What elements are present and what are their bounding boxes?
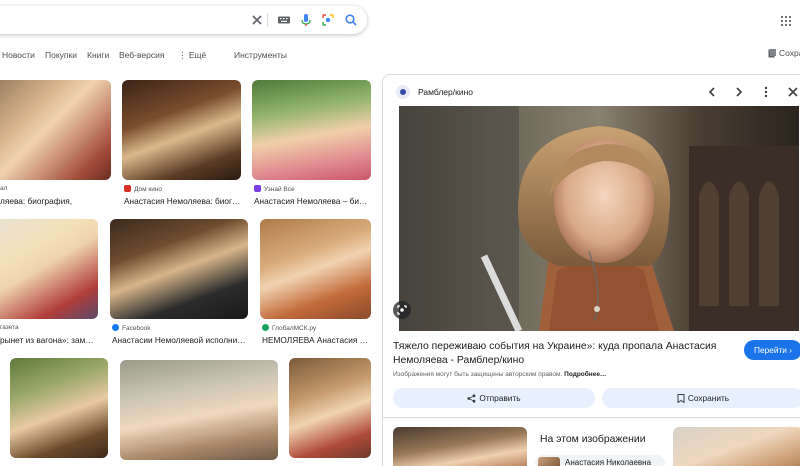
- site-favicon-icon: [254, 185, 261, 192]
- result-source: ал: [0, 185, 8, 192]
- search-icon[interactable]: [344, 13, 358, 27]
- panel-site-name[interactable]: Рамблер/кино: [418, 87, 473, 97]
- preview-image[interactable]: [399, 106, 799, 331]
- result-title[interactable]: рынет из вагона»: зам…: [0, 335, 98, 345]
- result-image[interactable]: [120, 360, 278, 460]
- result-source: газета: [0, 324, 19, 331]
- apps-grid-icon[interactable]: [780, 15, 792, 27]
- person-name: Анастасия Николаевна: [565, 458, 652, 466]
- chevron-right-icon[interactable]: [732, 85, 746, 99]
- lens-icon: [397, 305, 407, 315]
- tab-web[interactable]: Веб-версия: [119, 50, 164, 60]
- site-favicon-icon: [124, 185, 131, 192]
- result-image[interactable]: [122, 80, 241, 180]
- result-source: Узнай Все: [254, 185, 369, 193]
- result-title[interactable]: Анастасии Немоляевой исполнил…: [112, 335, 248, 345]
- mic-icon[interactable]: [299, 13, 313, 27]
- close-icon[interactable]: [786, 85, 800, 99]
- result-image[interactable]: [0, 80, 111, 180]
- search-bar[interactable]: [0, 6, 367, 34]
- result-image[interactable]: [0, 219, 98, 319]
- result-image[interactable]: [260, 219, 371, 319]
- on-this-image-heading: На этом изображении: [540, 434, 646, 445]
- result-image[interactable]: [110, 219, 248, 319]
- keyboard-icon[interactable]: [277, 13, 291, 27]
- saved-label: Сохра: [779, 48, 800, 58]
- save-label: Сохранить: [687, 393, 730, 403]
- share-button[interactable]: Отправить: [393, 388, 595, 408]
- chevron-left-icon[interactable]: [705, 85, 719, 99]
- facebook-icon: [112, 324, 119, 331]
- related-image[interactable]: [673, 427, 800, 466]
- lens-icon[interactable]: [321, 13, 335, 27]
- result-image[interactable]: [10, 358, 108, 458]
- close-icon[interactable]: [250, 13, 264, 27]
- more-options-icon[interactable]: [759, 85, 773, 99]
- result-source: Дом кино: [124, 185, 239, 193]
- result-title[interactable]: ляева: биография,: [0, 196, 112, 206]
- visit-label: Перейти: [754, 345, 787, 355]
- result-image[interactable]: [289, 358, 371, 458]
- site-favicon-icon: [262, 324, 269, 331]
- preview-photo: [399, 106, 799, 331]
- copyright-more-link[interactable]: Подробнее…: [564, 371, 606, 378]
- share-icon: [467, 394, 476, 403]
- result-source: ГлобалМСК.ру: [262, 324, 371, 332]
- divider: [383, 417, 800, 418]
- tab-shopping[interactable]: Покупки: [45, 50, 77, 60]
- tab-news[interactable]: Новости: [2, 50, 35, 60]
- search-divider: [267, 13, 268, 27]
- tab-more[interactable]: ⋮ Ещё: [178, 50, 206, 61]
- result-title[interactable]: Анастасия Немоляева: биог…: [124, 196, 241, 206]
- result-image[interactable]: [252, 80, 371, 180]
- copyright-notice: Изображения могут быть защищены авторски…: [393, 371, 606, 378]
- copyright-text: Изображения могут быть защищены авторски…: [393, 371, 563, 378]
- bookmark-icon: [677, 394, 685, 404]
- saved-icon: [768, 49, 776, 58]
- result-source: Facebook: [112, 324, 246, 332]
- result-title[interactable]: Анастасия Немоляева – би…: [254, 196, 371, 206]
- visit-button[interactable]: Перейти ›: [744, 340, 800, 360]
- save-button[interactable]: Сохранить: [602, 388, 800, 408]
- site-favicon-icon: [396, 85, 410, 99]
- share-label: Отправить: [479, 393, 521, 403]
- panel-title[interactable]: Тяжело переживаю события на Украине»: ку…: [393, 340, 733, 368]
- person-thumbnail: [538, 457, 560, 466]
- lens-search-button[interactable]: [393, 301, 411, 319]
- person-chip[interactable]: Анастасия Николаевна: [535, 455, 665, 466]
- saved-link[interactable]: Сохра: [768, 48, 800, 58]
- related-image[interactable]: [393, 427, 527, 466]
- result-title[interactable]: НЕМОЛЯЕВА Анастасия …: [262, 335, 371, 345]
- tab-books[interactable]: Книги: [87, 50, 109, 60]
- tab-tools[interactable]: Инструменты: [234, 50, 287, 60]
- image-preview-panel: Рамблер/кино Тяжело переживаю события на…: [382, 74, 800, 466]
